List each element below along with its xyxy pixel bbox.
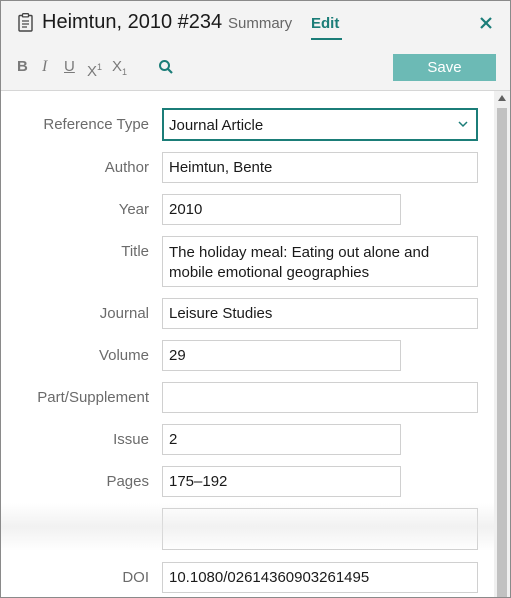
subscript-label: X (112, 58, 123, 75)
journal-field[interactable]: Leisure Studies (162, 298, 478, 329)
edit-form: Reference Type Journal Article Author He… (1, 91, 494, 597)
tab-summary[interactable]: Summary (228, 15, 292, 32)
title-label: Title (121, 243, 149, 260)
search-icon[interactable] (158, 59, 174, 75)
author-label: Author (104, 159, 149, 176)
close-button[interactable] (477, 12, 495, 34)
scroll-fade (1, 503, 494, 551)
year-label: Year (118, 201, 149, 218)
reference-editor-window: Heimtun, 2010 #234 Summary Edit B I U X1… (0, 0, 511, 598)
underline-button[interactable]: U (64, 58, 75, 76)
issue-field[interactable]: 2 (162, 424, 401, 455)
clipboard-icon (18, 13, 33, 32)
author-field[interactable]: Heimtun, Bente (162, 152, 478, 183)
doi-label: DOI (122, 569, 149, 586)
italic-button[interactable]: I (42, 58, 47, 76)
pages-label: Pages (106, 473, 149, 490)
year-field[interactable]: 2010 (162, 194, 401, 225)
bold-button[interactable]: B (17, 58, 28, 76)
chevron-down-icon (458, 121, 468, 128)
scroll-up-arrow-icon[interactable] (498, 95, 506, 101)
part-supplement-label: Part/Supplement (37, 389, 149, 406)
issue-label: Issue (113, 431, 149, 448)
part-supplement-field[interactable] (162, 382, 478, 413)
title-field[interactable]: The holiday meal: Eating out alone and m… (162, 236, 478, 287)
reference-title: Heimtun, 2010 #234 (42, 11, 223, 33)
close-icon (480, 17, 492, 29)
save-button[interactable]: Save (393, 54, 496, 81)
volume-label: Volume (98, 347, 149, 364)
doi-field[interactable]: 10.1080/02614360903261495 (162, 562, 478, 593)
vertical-scrollbar[interactable] (494, 91, 510, 597)
superscript-button[interactable]: X1 (87, 58, 102, 81)
subscript-mark: 1 (122, 67, 128, 77)
subscript-button[interactable]: X1 (112, 58, 127, 81)
tab-edit[interactable]: Edit (311, 15, 339, 32)
reference-type-select[interactable]: Journal Article (162, 108, 478, 141)
superscript-label: X (87, 63, 98, 80)
pages-field[interactable]: 175–192 (162, 466, 401, 497)
active-tab-indicator (311, 38, 342, 40)
volume-field[interactable]: 29 (162, 340, 401, 371)
reference-type-value: Journal Article (169, 117, 264, 134)
superscript-mark: 1 (97, 62, 103, 72)
scrollbar-thumb[interactable] (497, 108, 507, 597)
reference-type-label: Reference Type (43, 116, 149, 133)
header: Heimtun, 2010 #234 Summary Edit B I U X1… (1, 1, 510, 91)
journal-label: Journal (99, 305, 149, 322)
